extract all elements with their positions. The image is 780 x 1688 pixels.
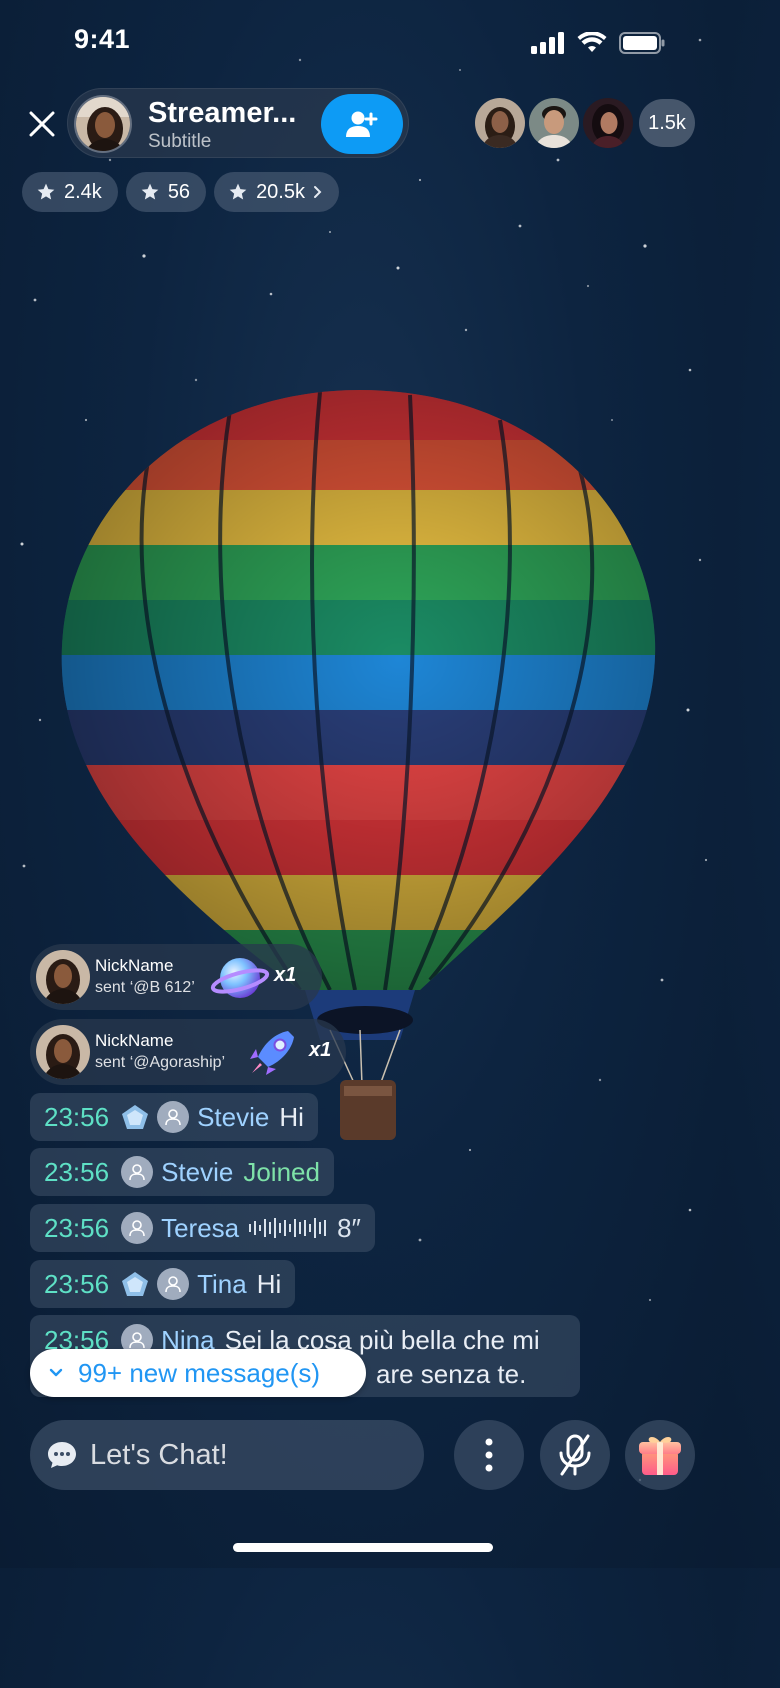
gift-notification: NickName sent ‘@Agoraship’ x1 bbox=[30, 1019, 346, 1085]
ranking-chip[interactable]: 20.5k bbox=[214, 172, 339, 212]
wifi-icon bbox=[577, 32, 607, 52]
gift-button[interactable] bbox=[625, 1420, 695, 1490]
message-username[interactable]: Stevie bbox=[197, 1102, 269, 1133]
gift-sent-text: sent ‘@Agoraship’ bbox=[95, 1054, 226, 1071]
chevron-down-icon bbox=[49, 1368, 63, 1377]
sender-name: NickName bbox=[95, 956, 174, 975]
vip-badge-icon bbox=[121, 1104, 149, 1130]
rocket-icon bbox=[250, 1031, 294, 1075]
microphone-off-icon bbox=[559, 1434, 591, 1476]
streamer-subtitle: Subtitle bbox=[148, 131, 212, 152]
message-time: 23:56 bbox=[44, 1101, 110, 1132]
gift-count: x1 bbox=[274, 964, 297, 986]
status-bar: 9:41 bbox=[0, 0, 725, 84]
chat-input-placeholder: Let's Chat! bbox=[90, 1438, 228, 1471]
chat-bubble-icon bbox=[48, 1442, 76, 1468]
more-options-button[interactable] bbox=[454, 1420, 524, 1490]
viewer-avatar[interactable] bbox=[583, 98, 633, 148]
viewer-list[interactable]: 1.5k bbox=[475, 98, 695, 148]
message-username[interactable]: Teresa bbox=[161, 1213, 239, 1244]
chat-message[interactable]: 23:56 Tina Hi bbox=[30, 1260, 296, 1308]
streamer-avatar bbox=[74, 95, 132, 153]
chat-input[interactable]: Let's Chat! bbox=[30, 1420, 424, 1490]
chevron-right-icon bbox=[314, 186, 322, 198]
stat-chip: 2.4k bbox=[22, 172, 118, 212]
message-text: Hi bbox=[256, 1268, 282, 1299]
stat-chip: 56 bbox=[125, 172, 207, 212]
voice-message[interactable]: 8″ bbox=[249, 1213, 361, 1244]
new-messages-label: 99+ new message(s) bbox=[78, 1357, 321, 1388]
sender-avatar bbox=[36, 1025, 90, 1079]
user-icon bbox=[121, 1156, 154, 1188]
star-icon bbox=[37, 183, 55, 200]
message-time: 23:56 bbox=[44, 1212, 110, 1243]
gift-sent-text: sent ‘@B 612’ bbox=[95, 979, 195, 996]
audio-waveform-icon bbox=[249, 1218, 327, 1238]
vip-badge-icon bbox=[121, 1271, 149, 1297]
stat-value: 2.4k bbox=[64, 180, 102, 203]
message-username[interactable]: Stevie bbox=[161, 1157, 233, 1188]
gift-count: x1 bbox=[309, 1039, 332, 1061]
message-time: 23:56 bbox=[44, 1156, 110, 1187]
message-text: Hi bbox=[279, 1101, 304, 1132]
stat-value: 20.5k bbox=[256, 180, 305, 203]
signal-icon bbox=[531, 32, 564, 54]
star-icon bbox=[229, 183, 247, 200]
more-vertical-icon bbox=[485, 1438, 493, 1472]
stats-bar: 2.4k 56 20.5k bbox=[22, 172, 339, 212]
chat-message[interactable]: 23:56 Stevie Hi bbox=[30, 1093, 318, 1141]
message-username[interactable]: Tina bbox=[197, 1269, 247, 1300]
home-indicator[interactable] bbox=[233, 1543, 493, 1552]
sender-avatar bbox=[36, 950, 90, 1004]
battery-icon bbox=[619, 32, 665, 54]
user-icon bbox=[157, 1268, 190, 1300]
add-user-icon bbox=[346, 111, 378, 137]
viewer-avatar[interactable] bbox=[475, 98, 525, 148]
viewer-count[interactable]: 1.5k bbox=[639, 99, 695, 147]
gift-box-icon bbox=[639, 1437, 681, 1475]
close-button[interactable] bbox=[22, 104, 62, 144]
stat-value: 56 bbox=[167, 180, 191, 203]
close-icon bbox=[29, 111, 55, 137]
gift-notification: NickName sent ‘@B 612’ x1 bbox=[30, 944, 322, 1010]
streamer-name: Streamer... bbox=[148, 97, 297, 129]
status-time: 9:41 bbox=[74, 24, 131, 54]
voice-duration: 8″ bbox=[337, 1212, 361, 1243]
chat-message[interactable]: 23:56 Teresa 8″ bbox=[30, 1204, 375, 1252]
microphone-toggle-button[interactable] bbox=[540, 1420, 610, 1490]
follow-button[interactable] bbox=[321, 94, 403, 154]
streamer-info[interactable]: Streamer... Subtitle bbox=[67, 88, 409, 158]
sender-name: NickName bbox=[95, 1031, 174, 1050]
new-messages-button[interactable]: 99+ new message(s) bbox=[30, 1349, 366, 1397]
user-icon bbox=[121, 1212, 154, 1244]
status-icons bbox=[531, 32, 665, 54]
planet-icon bbox=[210, 958, 270, 998]
user-icon bbox=[157, 1101, 190, 1133]
message-time: 23:56 bbox=[44, 1268, 110, 1299]
viewer-avatar[interactable] bbox=[529, 98, 579, 148]
joined-text: Joined bbox=[243, 1156, 320, 1187]
chat-message[interactable]: 23:56 Stevie Joined bbox=[30, 1148, 334, 1196]
star-icon bbox=[141, 183, 159, 200]
